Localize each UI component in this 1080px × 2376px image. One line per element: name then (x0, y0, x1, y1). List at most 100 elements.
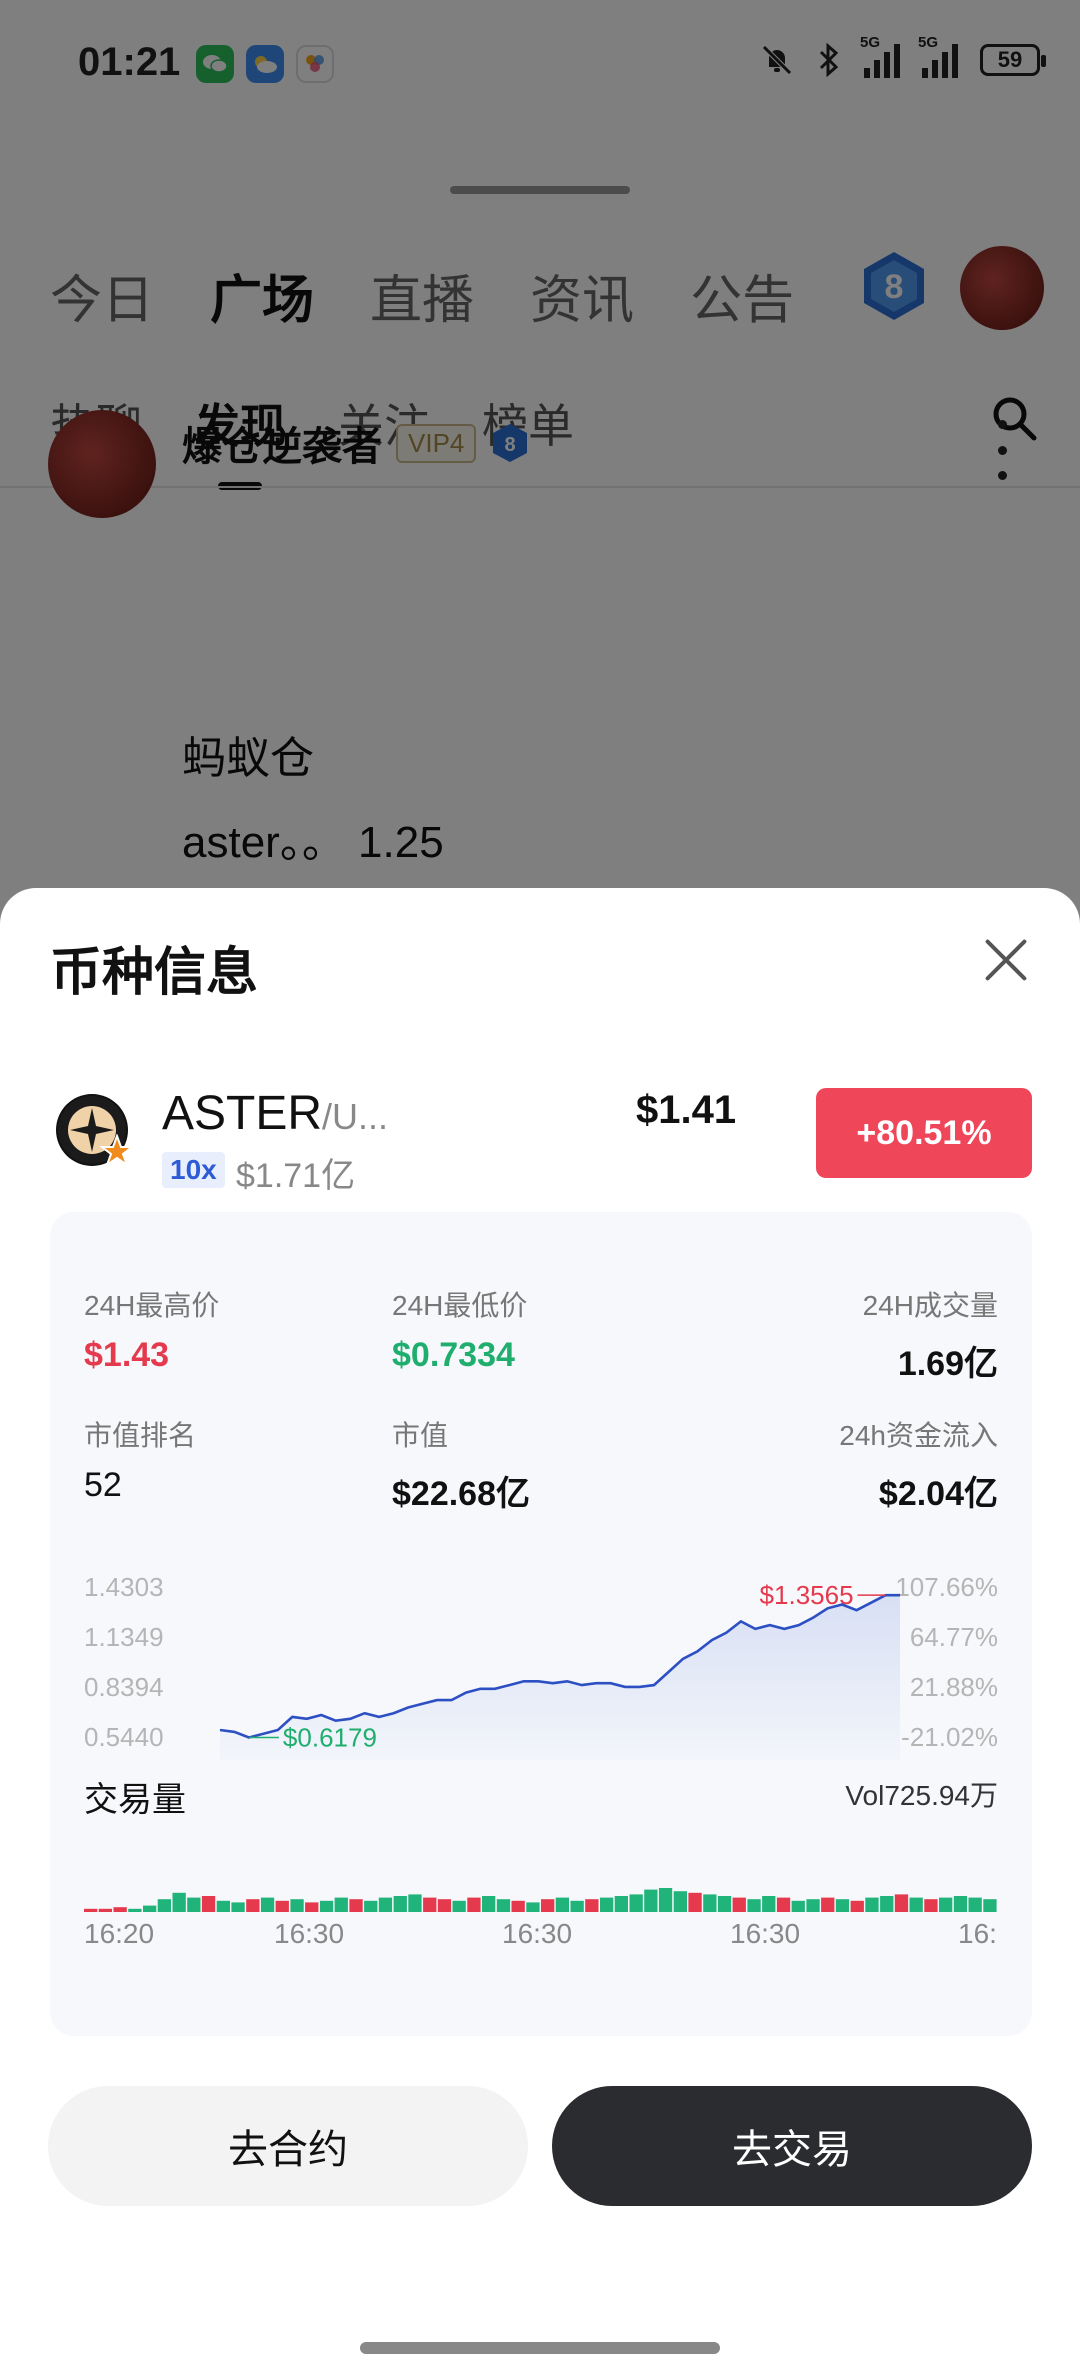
volume-bar (939, 1897, 953, 1912)
volume-bar (541, 1899, 555, 1912)
volume-bar (850, 1900, 864, 1912)
volume-bar (644, 1889, 658, 1912)
volume-bar (290, 1899, 304, 1912)
volume-bar (172, 1892, 186, 1912)
volume-bar (806, 1899, 820, 1912)
volume-bar (143, 1905, 157, 1912)
volume-bar (983, 1899, 997, 1912)
volume-bar (600, 1897, 614, 1912)
stat-rank-label: 市值排名 (84, 1420, 197, 1451)
volume-bar (84, 1908, 98, 1912)
volume-bar (555, 1897, 569, 1912)
y-tick-left: 1.1349 (84, 1622, 164, 1652)
coin-name: ASTER/U... (162, 1087, 389, 1140)
volume-bar (128, 1908, 142, 1912)
volume-bar (393, 1896, 407, 1912)
stat-inflow-label: 24h资金流入 (839, 1420, 998, 1451)
volume-bar (717, 1896, 732, 1912)
x-tick: 16: (958, 1918, 997, 1949)
volume-bar (187, 1897, 201, 1912)
volume-bar (334, 1897, 348, 1912)
volume-bar (378, 1897, 393, 1912)
volume-total: Vol725.94万 (845, 1780, 998, 1811)
stat-mcap-label: 市值 (392, 1420, 449, 1451)
volume-bar (776, 1897, 791, 1912)
home-indicator[interactable] (360, 2342, 720, 2354)
coin-price: $1.41 (636, 1088, 737, 1132)
volume-bar (924, 1899, 938, 1912)
volume-bar (570, 1900, 584, 1912)
stat-volume-label: 24H成交量 (862, 1290, 998, 1321)
volume-bar (408, 1894, 422, 1912)
volume-bar (614, 1896, 628, 1912)
stat-mcap-value: $22.68亿 (392, 1475, 530, 1513)
volume-bar (658, 1888, 673, 1912)
close-icon[interactable] (984, 938, 1028, 982)
volume-bar (319, 1900, 334, 1912)
go-trade-button[interactable]: 去交易 (552, 2086, 1032, 2206)
x-tick: 16:30 (730, 1918, 801, 1949)
volume-bar (909, 1897, 923, 1912)
coin-market-cap: $1.71亿 (236, 1157, 356, 1195)
volume-bar (216, 1900, 230, 1912)
stat-volume-value: 1.69亿 (897, 1345, 998, 1383)
x-tick: 16:30 (274, 1918, 345, 1949)
price-change-badge[interactable]: +80.51% (816, 1088, 1032, 1178)
volume-bar (423, 1897, 437, 1912)
volume-bar (673, 1891, 687, 1912)
volume-bar (482, 1896, 496, 1912)
volume-bar (526, 1902, 540, 1912)
x-tick: 16:30 (502, 1918, 573, 1949)
volume-bar (703, 1894, 717, 1912)
y-tick-left: 0.8394 (84, 1672, 164, 1702)
market-stats-panel: 24H最高价 $1.43 24H最低价 $0.7334 24H成交量 1.69亿… (50, 1212, 1032, 2036)
max-price-label: $1.3565 (760, 1580, 854, 1610)
coin-info-sheet: 币种信息 ASTER/U... 10x $1.71亿 $1.41 +80.51%… (0, 888, 1080, 2376)
coin-pair: /U... (322, 1096, 389, 1137)
volume-bar (349, 1899, 363, 1912)
volume-bar (511, 1900, 525, 1912)
volume-bar (113, 1907, 127, 1912)
volume-bar (865, 1897, 879, 1912)
volume-bar (629, 1894, 643, 1912)
sheet-title: 币种信息 (50, 944, 259, 1002)
volume-bar (437, 1899, 452, 1912)
volume-bar (201, 1896, 216, 1912)
volume-bar (231, 1902, 245, 1912)
volume-bar (305, 1902, 319, 1912)
price-line-chart[interactable]: $0.6179 $1.3565 (210, 1570, 910, 1760)
go-contract-button[interactable]: 去合约 (48, 2086, 528, 2206)
x-tick: 16:20 (84, 1918, 155, 1949)
stat-high-label: 24H最高价 (84, 1290, 220, 1321)
volume-bar (688, 1892, 702, 1912)
volume-bar (762, 1896, 776, 1912)
volume-bar (821, 1897, 835, 1912)
volume-bar (467, 1897, 481, 1912)
volume-bar (364, 1900, 378, 1912)
volume-bar (157, 1899, 171, 1912)
y-tick-left: 0.5440 (84, 1722, 164, 1752)
volume-bar (452, 1900, 466, 1912)
volume-bar (747, 1899, 761, 1912)
volume-bar (968, 1897, 982, 1912)
volume-bar (98, 1908, 112, 1912)
volume-bar (953, 1896, 968, 1912)
stat-low-value: $0.7334 (392, 1336, 515, 1374)
volume-label: 交易量 (84, 1781, 186, 1819)
stat-high-value: $1.43 (84, 1336, 170, 1374)
volume-bar (275, 1900, 289, 1912)
volume-bar (246, 1899, 260, 1912)
volume-bar (894, 1894, 909, 1912)
volume-bar (835, 1899, 850, 1912)
volume-bar (791, 1900, 805, 1912)
volume-bar (496, 1899, 511, 1912)
volume-bar (585, 1899, 599, 1912)
y-tick-left: 1.4303 (84, 1572, 164, 1602)
volume-bar-chart[interactable] (84, 1852, 998, 1912)
volume-bar (880, 1896, 894, 1912)
stat-inflow-value: $2.04亿 (878, 1475, 998, 1513)
min-price-label: $0.6179 (283, 1723, 377, 1753)
volume-bar (732, 1897, 746, 1912)
favorite-star-icon[interactable] (100, 1134, 134, 1168)
leverage-badge: 10x (162, 1152, 225, 1188)
